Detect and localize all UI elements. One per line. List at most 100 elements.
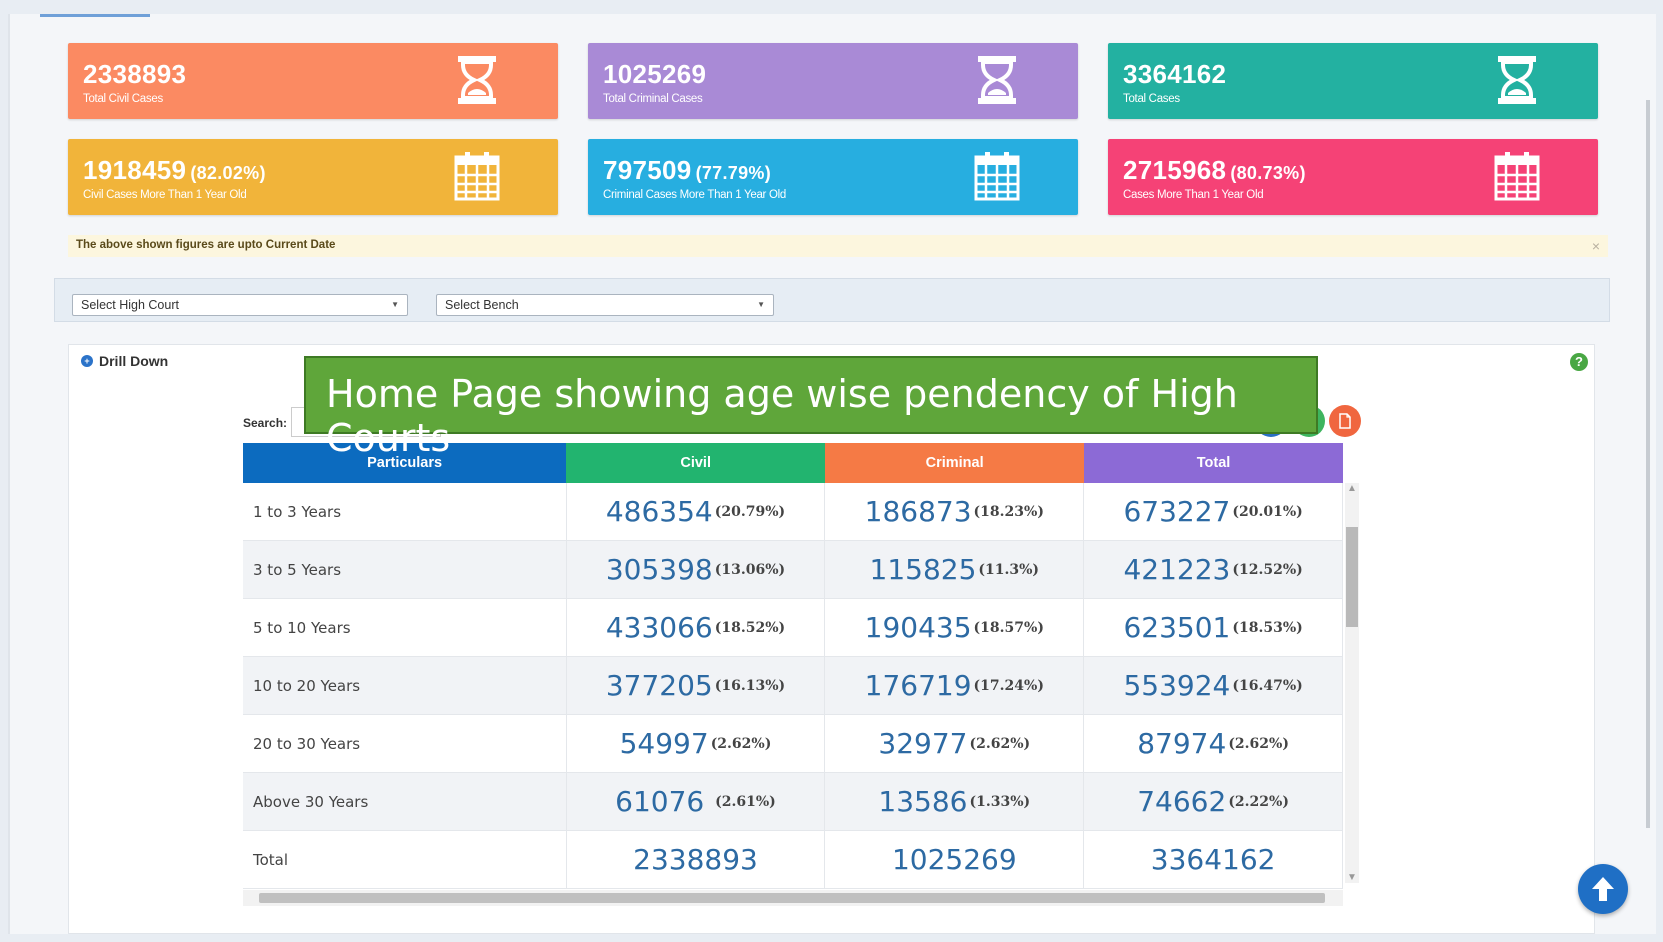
- expand-icon[interactable]: +: [81, 355, 93, 367]
- total-cell[interactable]: 553924 (16.47%): [1084, 657, 1344, 714]
- scroll-up-icon[interactable]: ▲: [1347, 483, 1357, 494]
- total-cell[interactable]: 623501 (18.53%): [1084, 599, 1344, 656]
- cell-value: 433066: [605, 611, 713, 644]
- high-court-select[interactable]: Select High Court ▼: [72, 294, 408, 316]
- file-icon[interactable]: [1329, 405, 1361, 437]
- cell-value: 87974: [1137, 727, 1227, 760]
- cell-value: 421223: [1123, 553, 1231, 586]
- stat-label: Total Cases: [1123, 93, 1180, 105]
- criminal-cell[interactable]: 1025269: [825, 831, 1085, 888]
- cell-value: 186873: [864, 495, 972, 528]
- stat-number: 1918459 (82.02%): [83, 155, 266, 186]
- civil-cell[interactable]: 486354 (20.79%): [567, 483, 826, 540]
- cell-percent: (13.06%): [714, 561, 786, 578]
- cell-percent: (18.23%): [973, 503, 1044, 520]
- row-label: 1 to 3 Years: [243, 483, 567, 540]
- cell-value: 115825: [869, 553, 977, 586]
- table-body: 1 to 3 Years 486354 (20.79%) 186873 (18.23%)…: [243, 483, 1344, 889]
- hourglass-icon: [1494, 55, 1540, 105]
- column-header[interactable]: Criminal: [825, 443, 1085, 483]
- civil-cell[interactable]: 2338893: [567, 831, 826, 888]
- column-header[interactable]: Civil: [566, 443, 826, 483]
- row-label: 20 to 30 Years: [243, 715, 567, 772]
- scroll-to-top-button[interactable]: [1578, 864, 1628, 914]
- notice-text: The above shown figures are upto Current…: [76, 239, 336, 251]
- civil-cell[interactable]: 433066 (18.52%): [567, 599, 826, 656]
- scroll-down-icon[interactable]: ▼: [1347, 872, 1357, 883]
- stat-card[interactable]: 797509 (77.79%) Criminal Cases More Than 1…: [588, 139, 1078, 215]
- stat-number: 797509 (77.79%): [603, 155, 771, 186]
- horizontal-scrollbar[interactable]: [243, 890, 1343, 906]
- search-label: Search:: [243, 416, 288, 430]
- cell-percent: (16.13%): [714, 677, 786, 694]
- scroll-thumb[interactable]: [259, 893, 1325, 903]
- civil-cell[interactable]: 377205 (16.13%): [567, 657, 826, 714]
- caption-banner: Home Page showing age wise pendency of H…: [304, 356, 1318, 460]
- criminal-cell[interactable]: 190435 (18.57%): [825, 599, 1085, 656]
- cell-percent: (20.79%): [714, 503, 786, 520]
- help-icon[interactable]: ?: [1570, 353, 1588, 371]
- stat-label: Civil Cases More Than 1 Year Old: [83, 189, 247, 201]
- cell-value: 377205: [605, 669, 713, 702]
- cell-percent: (2.62%): [969, 735, 1031, 752]
- criminal-cell[interactable]: 13586 (1.33%): [825, 773, 1085, 830]
- bench-select[interactable]: Select Bench ▼: [436, 294, 774, 316]
- stat-card[interactable]: 3364162 Total Cases: [1108, 43, 1598, 119]
- civil-cell[interactable]: 54997 (2.62%): [567, 715, 826, 772]
- total-cell[interactable]: 3364162: [1084, 831, 1344, 888]
- criminal-cell[interactable]: 115825 (11.3%): [825, 541, 1085, 598]
- cell-value: 176719: [864, 669, 972, 702]
- table-row: 20 to 30 Years 54997 (2.62%) 32977 (2.62%) 87…: [243, 715, 1344, 773]
- stat-label: Criminal Cases More Than 1 Year Old: [603, 189, 786, 201]
- stat-value: 1025269: [603, 59, 707, 89]
- stat-number: 3364162: [1123, 59, 1226, 90]
- total-cell[interactable]: 87974 (2.62%): [1084, 715, 1344, 772]
- calendar-icon: [974, 151, 1020, 201]
- criminal-cell[interactable]: 186873 (18.23%): [825, 483, 1085, 540]
- vertical-scrollbar[interactable]: ▲ ▼: [1345, 483, 1359, 883]
- cell-value: 623501: [1123, 611, 1231, 644]
- cell-percent: (2.22%): [1228, 793, 1289, 810]
- cell-value: 74662: [1137, 785, 1227, 818]
- chevron-down-icon: ▼: [757, 300, 765, 309]
- cell-percent: (11.3%): [978, 561, 1040, 578]
- hourglass-icon: [974, 55, 1020, 105]
- stat-value: 1918459: [83, 155, 187, 185]
- cell-percent: (18.57%): [973, 619, 1044, 636]
- table-row: Above 30 Years 61076 (2.61%) 13586 (1.33%) 7…: [243, 773, 1344, 831]
- row-label: Total: [243, 831, 567, 888]
- cell-percent: (1.33%): [969, 793, 1031, 810]
- criminal-cell[interactable]: 32977 (2.62%): [825, 715, 1085, 772]
- civil-cell[interactable]: 305398 (13.06%): [567, 541, 826, 598]
- cell-value: 3364162: [1150, 843, 1276, 876]
- top-tab-indicator: [40, 14, 150, 17]
- stat-card[interactable]: 1918459 (82.02%) Civil Cases More Than 1 Y…: [68, 139, 558, 215]
- arrow-up-icon: [1592, 877, 1614, 901]
- filter-bar: Select High Court ▼ Select Bench ▼: [54, 278, 1610, 322]
- row-label: 3 to 5 Years: [243, 541, 567, 598]
- total-cell[interactable]: 673227 (20.01%): [1084, 483, 1344, 540]
- cell-value: 305398: [605, 553, 713, 586]
- close-icon[interactable]: ×: [1592, 238, 1600, 254]
- stat-card[interactable]: 2715968 (80.73%) Cases More Than 1 Year Ol…: [1108, 139, 1598, 215]
- total-cell[interactable]: 421223 (12.52%): [1084, 541, 1344, 598]
- table-row: 10 to 20 Years 377205 (16.13%) 176719 (17.24…: [243, 657, 1344, 715]
- stat-card[interactable]: 2338893 Total Civil Cases: [68, 43, 558, 119]
- calendar-icon: [454, 151, 500, 201]
- hourglass-icon: [454, 55, 500, 105]
- column-header[interactable]: Total: [1084, 443, 1344, 483]
- stat-card[interactable]: 1025269 Total Criminal Cases: [588, 43, 1078, 119]
- cell-percent: (18.52%): [714, 619, 786, 636]
- civil-cell[interactable]: 61076 (2.61%): [567, 773, 826, 830]
- criminal-cell[interactable]: 176719 (17.24%): [825, 657, 1085, 714]
- drill-down-header[interactable]: + Drill Down: [81, 353, 168, 369]
- cell-value: 673227: [1123, 495, 1231, 528]
- table-row: Total 2338893 1025269 3364162: [243, 831, 1344, 889]
- high-court-select-label: Select High Court: [81, 298, 179, 312]
- calendar-icon: [1494, 151, 1540, 201]
- chevron-down-icon: ▼: [391, 300, 399, 309]
- scroll-thumb[interactable]: [1346, 527, 1358, 627]
- page-scrollbar[interactable]: [1646, 100, 1650, 828]
- total-cell[interactable]: 74662 (2.22%): [1084, 773, 1344, 830]
- cell-value: 2338893: [633, 843, 758, 876]
